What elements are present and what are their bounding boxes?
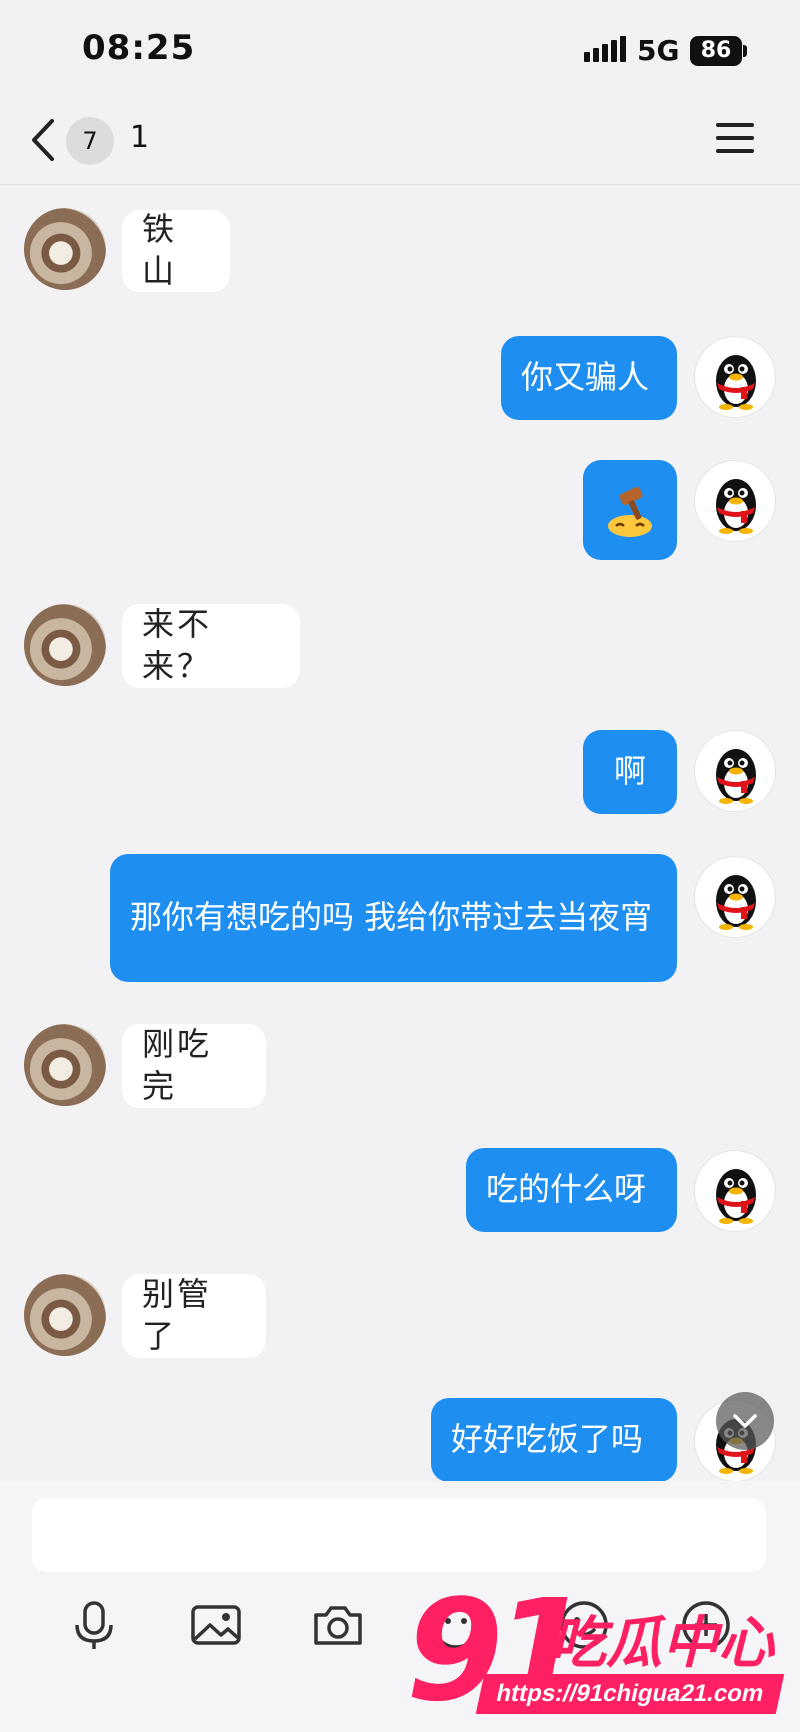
outgoing-message[interactable]: 啊 — [583, 730, 677, 814]
status-bar: 08:25 5G 86 — [0, 0, 800, 95]
outgoing-sticker-message[interactable] — [583, 460, 677, 560]
back-button[interactable] — [26, 117, 62, 163]
status-time: 08:25 — [82, 28, 196, 68]
my-avatar[interactable] — [694, 336, 776, 418]
outgoing-message[interactable]: 你又骗人 — [501, 336, 677, 420]
contact-avatar[interactable] — [24, 208, 106, 290]
outgoing-message[interactable]: 那你有想吃的吗 我给你带过去当夜宵 — [110, 854, 677, 982]
unread-count-badge[interactable]: 7 — [66, 117, 114, 165]
message-list[interactable]: 铁山 你又骗人 来不来？ 啊 那你有想吃的吗 我给你带过去当夜宵 刚吃完 吃的什… — [0, 186, 800, 1481]
outgoing-message[interactable]: 好好吃饭了吗 — [431, 1398, 677, 1481]
incoming-message[interactable]: 刚吃完 — [122, 1024, 266, 1108]
gavel-emoji-icon — [608, 486, 652, 537]
contact-avatar[interactable] — [24, 1024, 106, 1106]
chat-title: 1 — [130, 120, 150, 155]
penguin-icon — [716, 479, 756, 534]
my-avatar[interactable] — [694, 1150, 776, 1232]
contact-avatar[interactable] — [24, 1274, 106, 1356]
my-avatar[interactable] — [694, 460, 776, 542]
penguin-icon — [716, 355, 756, 410]
penguin-icon — [716, 1169, 756, 1224]
incoming-message[interactable]: 来不来？ — [122, 604, 300, 688]
image-button[interactable] — [186, 1595, 246, 1655]
chat-header: 7 1 — [0, 95, 800, 185]
network-label: 5G — [637, 34, 680, 67]
battery-tip — [743, 45, 747, 57]
outgoing-message[interactable]: 吃的什么呀 — [466, 1148, 677, 1232]
chevron-down-icon — [733, 1414, 757, 1428]
incoming-message[interactable]: 铁山 — [122, 210, 230, 292]
message-input[interactable] — [32, 1498, 766, 1572]
watermark-url: https://91chigua21.com — [475, 1674, 785, 1714]
my-avatar[interactable] — [694, 856, 776, 938]
watermark: 91 吃瓜中心 https://91chigua21.com — [400, 1570, 800, 1732]
voice-button[interactable] — [64, 1595, 124, 1655]
signal-icon — [584, 36, 626, 62]
chevron-left-icon — [32, 119, 54, 161]
microphone-icon — [75, 1601, 113, 1649]
battery-icon: 86 — [690, 36, 742, 66]
incoming-message[interactable]: 别管了 — [122, 1274, 266, 1358]
image-icon — [191, 1605, 241, 1645]
scroll-to-bottom-button[interactable] — [716, 1392, 774, 1450]
menu-button[interactable] — [716, 123, 754, 155]
contact-avatar[interactable] — [24, 604, 106, 686]
my-avatar[interactable] — [694, 730, 776, 812]
watermark-text: 吃瓜中心 — [550, 1611, 774, 1676]
camera-icon — [314, 1606, 362, 1645]
penguin-icon — [716, 875, 756, 930]
camera-button[interactable] — [308, 1595, 368, 1655]
penguin-icon — [716, 749, 756, 804]
